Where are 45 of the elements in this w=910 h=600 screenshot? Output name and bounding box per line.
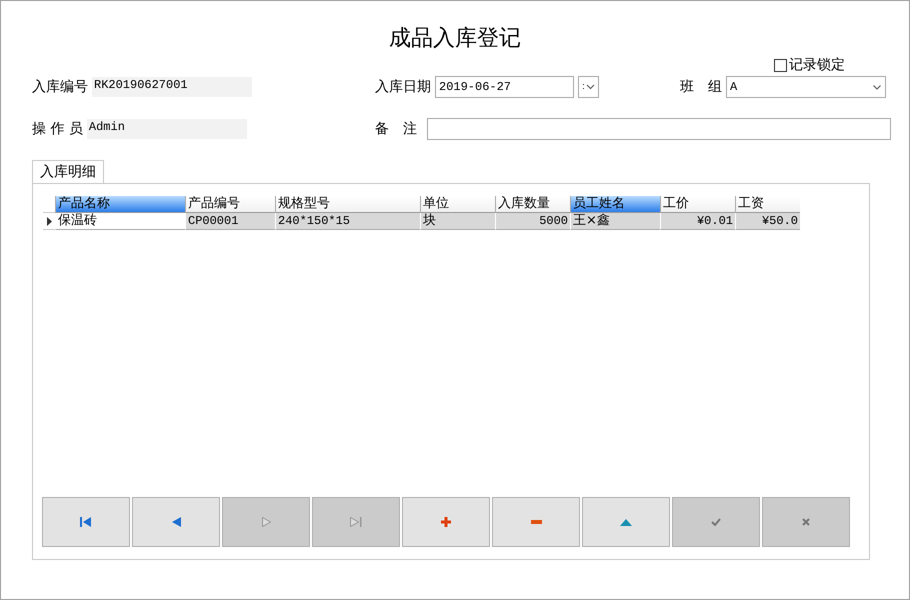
table-cell: 5000 bbox=[495, 213, 570, 230]
field-label: 备 注 bbox=[375, 120, 417, 138]
table-cell: ¥50.0 bbox=[735, 213, 800, 230]
plus-icon bbox=[441, 517, 451, 527]
column-header[interactable]: 规格型号 bbox=[275, 196, 420, 213]
remark-field[interactable] bbox=[427, 118, 891, 140]
table-cell: 块 bbox=[420, 213, 495, 230]
field-label: 入库日期 bbox=[375, 78, 431, 96]
field-label: 入库编号 bbox=[32, 78, 88, 96]
close-icon bbox=[802, 518, 810, 526]
table-cell: ¥0.01 bbox=[660, 213, 735, 230]
column-header[interactable]: 工价 bbox=[660, 196, 735, 213]
record-lock-checkbox[interactable]: 记录锁定 bbox=[774, 55, 845, 75]
first-record-icon bbox=[80, 517, 92, 527]
check-icon bbox=[711, 518, 721, 526]
last-record-icon bbox=[350, 517, 362, 527]
table-cell: CP00001 bbox=[185, 213, 275, 230]
tab[interactable]: 入库明细 bbox=[32, 160, 104, 183]
up-triangle-icon bbox=[620, 518, 632, 526]
minus-icon bbox=[530, 520, 542, 524]
navigator-button[interactable] bbox=[132, 497, 220, 547]
column-header[interactable]: 员工姓名 bbox=[570, 196, 660, 213]
column-header[interactable]: 工资 bbox=[735, 196, 800, 213]
next-icon bbox=[262, 517, 270, 527]
readonly-field: Admin bbox=[86, 119, 247, 139]
previous-icon bbox=[172, 517, 180, 527]
column-header[interactable]: 产品名称 bbox=[55, 196, 185, 213]
navigator-button[interactable] bbox=[582, 497, 670, 547]
navigator-button[interactable] bbox=[492, 497, 580, 547]
table-cell: 保温砖 bbox=[55, 213, 185, 230]
navigator-button[interactable] bbox=[42, 497, 130, 547]
column-header[interactable]: 产品编号 bbox=[185, 196, 275, 213]
column-header[interactable]: 入库数量 bbox=[495, 196, 570, 213]
field-label: 班 组 bbox=[680, 78, 722, 96]
table-cell: 王×鑫 bbox=[570, 213, 660, 230]
column-header[interactable]: 单位 bbox=[420, 196, 495, 213]
date-dropdown-button[interactable] bbox=[578, 76, 599, 98]
window-title: 成品入库登记 bbox=[388, 25, 522, 53]
field-label: 操 作 员 bbox=[32, 120, 83, 138]
navigator-button[interactable] bbox=[402, 497, 490, 547]
group-combo[interactable]: A bbox=[726, 76, 886, 98]
readonly-field: RK20190627001 bbox=[92, 77, 252, 97]
table-cell: 240*150*15 bbox=[275, 213, 420, 230]
caret-icon bbox=[873, 84, 881, 90]
date-field[interactable]: 2019-06-27 bbox=[435, 76, 574, 98]
